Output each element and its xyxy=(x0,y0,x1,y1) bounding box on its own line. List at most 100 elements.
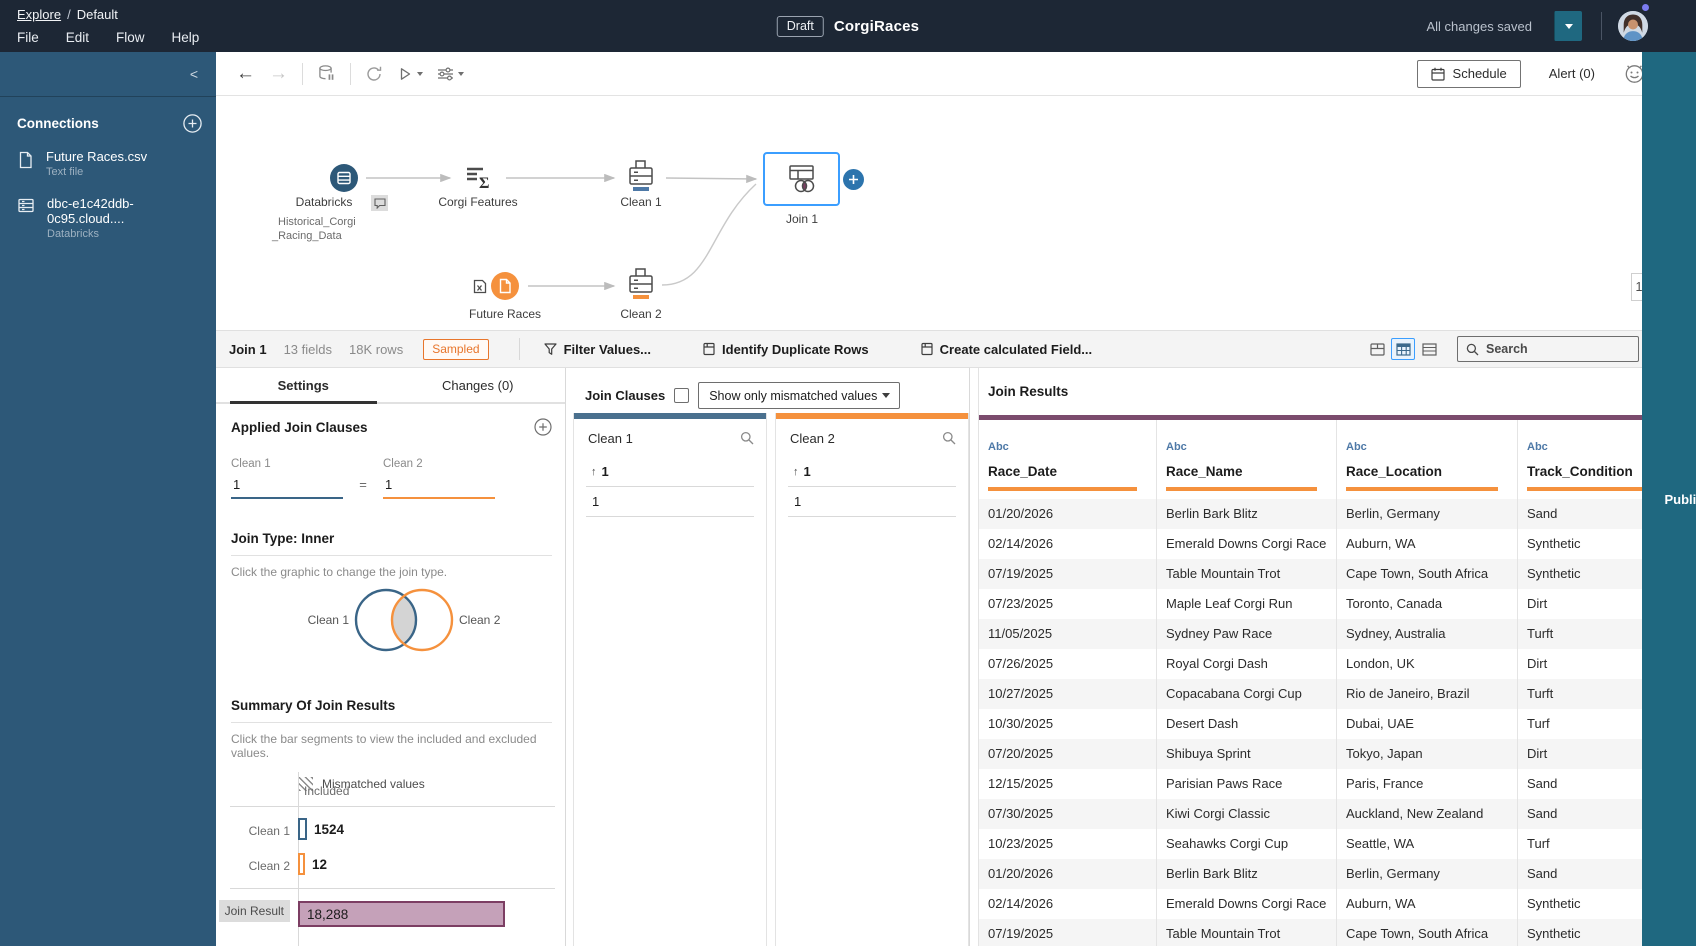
node-label-future-races[interactable]: Future Races xyxy=(435,307,575,321)
table-cell[interactable]: Sydney, Australia xyxy=(1336,619,1517,649)
avatar[interactable] xyxy=(1618,11,1648,41)
menu-flow[interactable]: Flow xyxy=(116,30,145,45)
flow-canvas[interactable]: Databricks Historical_Corgi _Racing_Data… xyxy=(216,96,1696,330)
column-header[interactable]: Abc Race_Name xyxy=(1156,420,1336,499)
table-cell[interactable]: Berlin Bark Blitz xyxy=(1156,499,1336,529)
table-cell[interactable]: 11/05/2025 xyxy=(979,619,1156,649)
table-cell[interactable]: Berlin, Germany xyxy=(1336,499,1517,529)
alert-button[interactable]: Alert (0) xyxy=(1549,66,1595,81)
node-label-join1[interactable]: Join 1 xyxy=(732,212,872,226)
redo-button[interactable]: → xyxy=(269,64,288,83)
table-row[interactable]: 07/20/2025 Shibuya Sprint Tokyo, Japan Dirt xyxy=(979,739,1696,769)
clause-field-header[interactable]: ↑ 1 xyxy=(788,457,956,487)
tab-changes[interactable]: Changes (0) xyxy=(391,368,566,402)
refresh-button[interactable] xyxy=(365,65,383,83)
table-cell[interactable]: 01/20/2026 xyxy=(979,499,1156,529)
bar-clean2[interactable] xyxy=(298,853,305,875)
menu-file[interactable]: File xyxy=(17,30,39,45)
table-cell[interactable]: Toronto, Canada xyxy=(1336,589,1517,619)
identify-duplicates-button[interactable]: Identify Duplicate Rows xyxy=(703,342,869,357)
table-cell[interactable]: Maple Leaf Corgi Run xyxy=(1156,589,1336,619)
table-cell[interactable]: 10/27/2025 xyxy=(979,679,1156,709)
table-cell[interactable]: 10/23/2025 xyxy=(979,829,1156,859)
bar-clean1[interactable] xyxy=(298,818,307,840)
node-join1-selected[interactable] xyxy=(763,152,840,206)
table-cell[interactable]: Auburn, WA xyxy=(1336,889,1517,919)
table-cell[interactable]: Shibuya Sprint xyxy=(1156,739,1336,769)
table-cell[interactable]: Sydney Paw Race xyxy=(1156,619,1336,649)
table-row[interactable]: 07/19/2025 Table Mountain Trot Cape Town, … xyxy=(979,919,1696,946)
table-cell[interactable]: 12/15/2025 xyxy=(979,769,1156,799)
connection-item[interactable]: Future Races.csv Text file xyxy=(0,140,216,187)
node-label-clean2[interactable]: Clean 2 xyxy=(571,307,711,321)
publish-dropdown-button[interactable] xyxy=(1554,11,1582,41)
table-row[interactable]: 01/20/2026 Berlin Bark Blitz Berlin, Germa… xyxy=(979,859,1696,889)
search-icon[interactable] xyxy=(740,431,754,445)
clause-operator[interactable]: = xyxy=(343,470,383,499)
clause-left-field[interactable]: 1 xyxy=(231,470,343,499)
clause-field-header[interactable]: ↑ 1 xyxy=(586,457,754,487)
node-clean1[interactable] xyxy=(626,160,656,194)
table-cell[interactable]: Table Mountain Trot xyxy=(1156,919,1336,946)
add-join-clause-button[interactable] xyxy=(534,418,552,436)
tab-settings[interactable]: Settings xyxy=(216,368,391,404)
table-cell[interactable]: Emerald Downs Corgi Race xyxy=(1156,529,1336,559)
table-cell[interactable]: Auburn, WA xyxy=(1336,529,1517,559)
cards-view-button[interactable] xyxy=(1365,338,1389,360)
add-step-button[interactable] xyxy=(843,169,864,190)
table-cell[interactable]: London, UK xyxy=(1336,649,1517,679)
node-label-corgi-features[interactable]: Corgi Features xyxy=(408,195,548,209)
table-cell[interactable]: Table Mountain Trot xyxy=(1156,559,1336,589)
node-label-clean1[interactable]: Clean 1 xyxy=(571,195,711,209)
schedule-button[interactable]: Schedule xyxy=(1416,59,1521,88)
table-row[interactable]: 10/30/2025 Desert Dash Dubai, UAE Turf xyxy=(979,709,1696,739)
table-cell[interactable]: Desert Dash xyxy=(1156,709,1336,739)
run-flow-button[interactable] xyxy=(397,66,423,82)
grid-view-button[interactable] xyxy=(1391,338,1415,360)
search-input[interactable] xyxy=(1486,342,1616,356)
table-cell[interactable]: Royal Corgi Dash xyxy=(1156,649,1336,679)
node-corgi-features[interactable]: Σ xyxy=(464,164,492,192)
table-row[interactable]: 07/23/2025 Maple Leaf Corgi Run Toronto, C… xyxy=(979,589,1696,619)
join-type-venn[interactable]: Clean 1 Clean 2 xyxy=(231,574,553,670)
add-connection-button[interactable] xyxy=(183,114,202,133)
table-cell[interactable]: Seattle, WA xyxy=(1336,829,1517,859)
undo-button[interactable]: ← xyxy=(236,64,255,83)
table-cell[interactable]: Tokyo, Japan xyxy=(1336,739,1517,769)
table-cell[interactable]: Berlin Bark Blitz xyxy=(1156,859,1336,889)
node-future-races[interactable] xyxy=(491,272,519,300)
table-row[interactable]: 02/14/2026 Emerald Downs Corgi Race Auburn… xyxy=(979,529,1696,559)
table-cell[interactable]: 07/19/2025 xyxy=(979,919,1156,946)
table-row[interactable]: 07/19/2025 Table Mountain Trot Cape Town, … xyxy=(979,559,1696,589)
flow-settings-button[interactable] xyxy=(437,67,464,81)
table-cell[interactable]: 07/19/2025 xyxy=(979,559,1156,589)
sidebar-collapse-button[interactable]: < xyxy=(184,64,204,84)
clause-value[interactable]: 1 xyxy=(788,487,956,517)
table-cell[interactable]: 02/14/2026 xyxy=(979,529,1156,559)
table-cell[interactable]: Seahawks Corgi Cup xyxy=(1156,829,1336,859)
menu-help[interactable]: Help xyxy=(172,30,200,45)
create-calculated-field-button[interactable]: Create calculated Field... xyxy=(921,342,1092,357)
node-clean2[interactable] xyxy=(626,268,656,302)
bar-join-result[interactable]: 18,288 xyxy=(298,901,505,927)
table-cell[interactable]: Rio de Janeiro, Brazil xyxy=(1336,679,1517,709)
mismatched-only-checkbox[interactable] xyxy=(674,388,690,403)
table-cell[interactable]: Copacabana Corgi Cup xyxy=(1156,679,1336,709)
table-row[interactable]: 11/05/2025 Sydney Paw Race Sydney, Austral… xyxy=(979,619,1696,649)
table-cell[interactable]: 07/20/2025 xyxy=(979,739,1156,769)
table-cell[interactable]: 07/23/2025 xyxy=(979,589,1156,619)
table-row[interactable]: 02/14/2026 Emerald Downs Corgi Race Auburn… xyxy=(979,889,1696,919)
search-icon[interactable] xyxy=(942,431,956,445)
table-cell[interactable]: 07/30/2025 xyxy=(979,799,1156,829)
node-databricks[interactable] xyxy=(330,164,358,192)
clause-value[interactable]: 1 xyxy=(586,487,754,517)
table-row[interactable]: 07/26/2025 Royal Corgi Dash London, UK Dirt xyxy=(979,649,1696,679)
table-cell[interactable]: Auckland, New Zealand xyxy=(1336,799,1517,829)
table-cell[interactable]: Emerald Downs Corgi Race xyxy=(1156,889,1336,919)
clause-right-field[interactable]: 1 xyxy=(383,470,495,499)
connection-item[interactable]: dbc-e1c42ddb-0c95.cloud.... Databricks xyxy=(0,187,216,249)
table-row[interactable]: 10/23/2025 Seahawks Corgi Cup Seattle, WA T… xyxy=(979,829,1696,859)
comment-bubble-icon[interactable] xyxy=(371,195,388,211)
mismatched-filter-dropdown[interactable]: Show only mismatched values xyxy=(698,382,901,409)
table-cell[interactable]: 02/14/2026 xyxy=(979,889,1156,919)
